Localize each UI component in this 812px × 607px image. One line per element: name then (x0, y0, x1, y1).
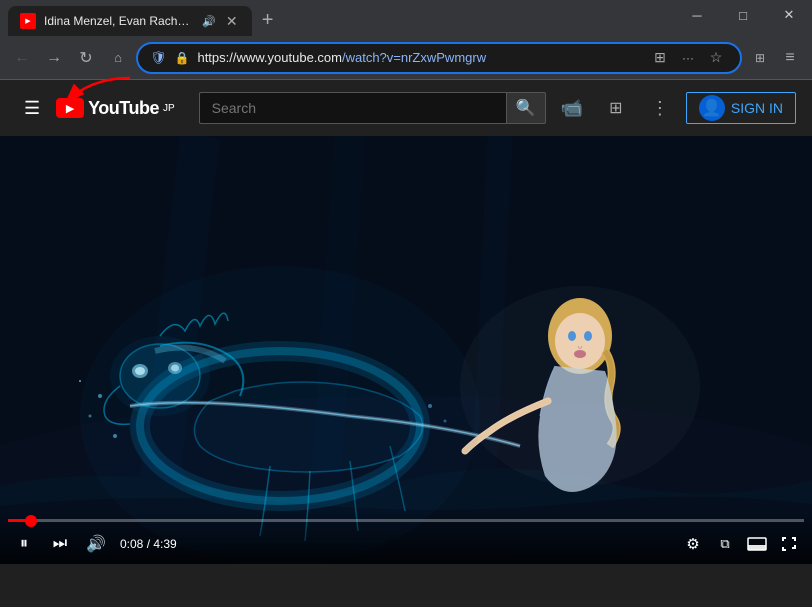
url-domain: https://www.youtube.com (197, 50, 342, 65)
volume-button[interactable]: 🔊 (80, 528, 112, 560)
sign-in-label: SIGN IN (731, 100, 783, 116)
search-button[interactable]: 🔍 (506, 92, 546, 124)
tab-close-button[interactable]: ✕ (224, 13, 240, 29)
refresh-button[interactable]: ↻ (72, 44, 100, 72)
youtube-logo-icon (56, 98, 84, 118)
new-tab-button[interactable]: + (252, 9, 284, 32)
back-button[interactable]: ← (8, 44, 36, 72)
shield-icon: 🛡 (150, 50, 167, 66)
theater-button[interactable] (742, 529, 772, 559)
video-background (0, 136, 812, 564)
miniplayer-button[interactable]: ⧉ (710, 529, 740, 559)
hamburger-menu[interactable]: ☰ (16, 90, 48, 127)
youtube-logo[interactable]: YouTube JP (56, 98, 175, 119)
close-button[interactable]: ✕ (766, 0, 812, 30)
video-controls: ⏸ ⏭ 🔊 0:08 / 4:39 ⚙ ⧉ (0, 511, 812, 564)
avatar-icon: 👤 (699, 95, 725, 121)
theater-icon (747, 537, 767, 551)
tab-favicon (20, 13, 36, 29)
home-button[interactable]: ⌂ (104, 44, 132, 72)
forward-button[interactable]: → (40, 44, 68, 72)
lock-icon: 🔒 (175, 51, 190, 65)
more-button[interactable]: ··· (676, 46, 700, 70)
tab-audio-icon: 🔊 (202, 15, 216, 28)
youtube-logo-text: YouTube (88, 98, 159, 119)
header-right-actions: 📹 ⊞ ⋮ 👤 SIGN IN (554, 90, 796, 126)
bookmark-button[interactable]: ☆ (704, 46, 728, 70)
current-time: 0:08 (120, 537, 143, 551)
tab-bar: Idina Menzel, Evan Rachel W 🔊 ✕ + ─ □ ✕ (0, 0, 812, 36)
search-bar: 🔍 (199, 92, 546, 124)
tab-title: Idina Menzel, Evan Rachel W (44, 14, 194, 28)
time-display: 0:08 / 4:39 (120, 537, 177, 551)
nav-right-buttons: ⊞ ≡ (746, 44, 804, 72)
total-time: 4:39 (153, 537, 176, 551)
fullscreen-icon (781, 536, 797, 552)
next-button[interactable]: ⏭ (44, 528, 76, 560)
youtube-logo-jp: JP (163, 103, 175, 114)
video-frame: ⏸ ⏭ 🔊 0:08 / 4:39 ⚙ ⧉ (0, 136, 812, 564)
nav-bar: ← → ↻ ⌂ 🛡 🔒 https://www.youtube.com/watc… (0, 36, 812, 80)
progress-bar[interactable] (8, 519, 804, 522)
maximize-button[interactable]: □ (720, 0, 766, 30)
extensions-button[interactable]: ⊞ (746, 44, 774, 72)
avatar-person-icon: 👤 (702, 98, 722, 118)
browser-window: Idina Menzel, Evan Rachel W 🔊 ✕ + ─ □ ✕ … (0, 0, 812, 564)
create-icon: 📹 (561, 98, 583, 119)
search-input[interactable] (199, 92, 506, 124)
play-pause-button[interactable]: ⏸ (8, 528, 40, 560)
right-controls: ⚙ ⧉ (678, 529, 804, 559)
youtube-favicon (20, 13, 36, 29)
minimize-button[interactable]: ─ (674, 0, 720, 30)
settings-button[interactable]: ⚙ (678, 529, 708, 559)
apps-button[interactable]: ⊞ (598, 90, 634, 126)
qr-button[interactable]: ⊞ (648, 46, 672, 70)
scene-svg (0, 136, 812, 564)
address-url-text[interactable]: https://www.youtube.com/watch?v=nrZxwPwm… (197, 50, 640, 65)
fullscreen-button[interactable] (774, 529, 804, 559)
youtube-header: ☰ YouTube JP 🔍 📹 ⊞ ⋮ 👤 (0, 80, 812, 136)
apps-icon: ⊞ (609, 98, 622, 118)
create-video-button[interactable]: 📹 (554, 90, 590, 126)
progress-fill (8, 519, 31, 522)
search-icon: 🔍 (516, 98, 536, 118)
menu-button[interactable]: ≡ (776, 44, 804, 72)
active-tab[interactable]: Idina Menzel, Evan Rachel W 🔊 ✕ (8, 6, 252, 36)
controls-row: ⏸ ⏭ 🔊 0:08 / 4:39 ⚙ ⧉ (0, 528, 812, 560)
window-controls: ─ □ ✕ (674, 0, 812, 36)
video-player[interactable]: ⏸ ⏭ 🔊 0:08 / 4:39 ⚙ ⧉ (0, 136, 812, 564)
more-icon: ⋮ (651, 98, 669, 119)
url-path: /watch?v=nrZxwPwmgrw (342, 50, 486, 65)
more-options-button[interactable]: ⋮ (642, 90, 678, 126)
address-bar[interactable]: 🛡 🔒 https://www.youtube.com/watch?v=nrZx… (136, 42, 742, 74)
address-bar-actions: ⊞ ··· ☆ (648, 46, 728, 70)
sign-in-button[interactable]: 👤 SIGN IN (686, 92, 796, 124)
